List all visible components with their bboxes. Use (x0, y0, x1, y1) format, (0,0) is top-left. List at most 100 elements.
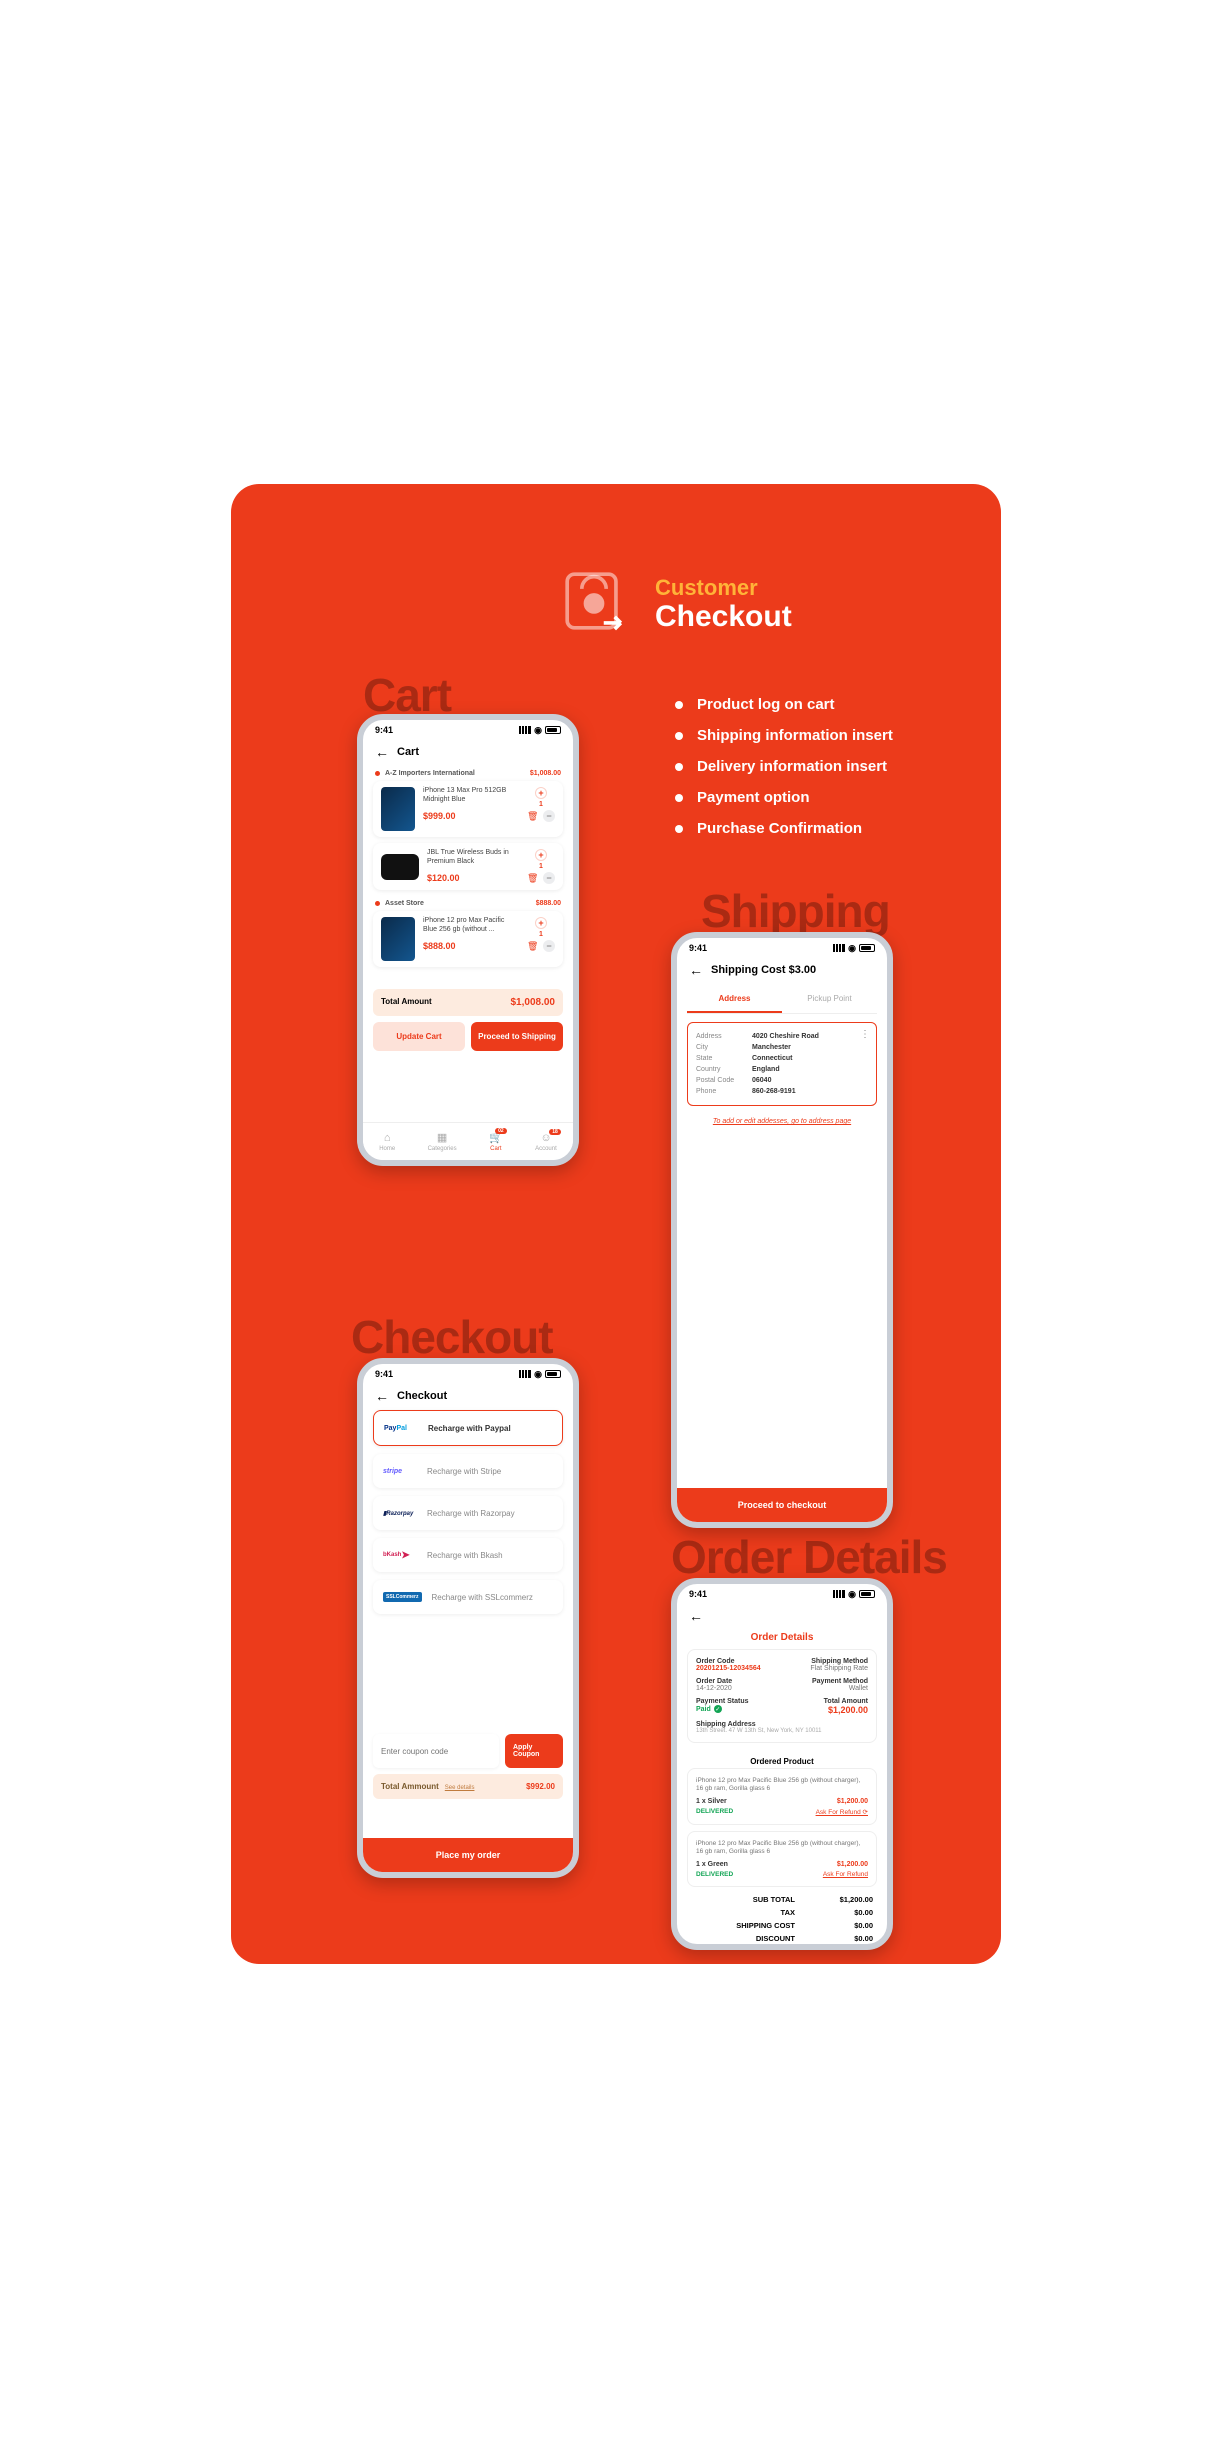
shipping-method-label: Shipping Method (785, 1658, 868, 1665)
feature-item: Payment option (697, 789, 810, 806)
qty-minus-button[interactable]: − (543, 872, 555, 884)
payment-option-paypal[interactable]: PayPal Recharge with Paypal (373, 1410, 563, 1446)
nav-badge: 02 (495, 1128, 507, 1134)
tab-pickup[interactable]: Pickup Point (782, 986, 877, 1013)
delete-icon[interactable]: 🗑 (527, 873, 537, 884)
product-thumb (381, 787, 415, 831)
back-icon[interactable]: ← (375, 1388, 389, 1404)
app-bar: ← Cart (363, 740, 573, 766)
more-icon[interactable]: ⋮ (860, 1029, 870, 1040)
shipping-cost-label: SHIPPING COST (691, 1921, 823, 1930)
edit-address-link[interactable]: To add or edit addesses, go to address p… (687, 1114, 877, 1129)
total-amount-row: Total Amount $1,008.00 (373, 989, 563, 1016)
nav-label: Cart (490, 1146, 501, 1152)
paypal-logo-icon: PayPal (384, 1423, 418, 1433)
ordered-product-card: iPhone 12 pro Max Pacific Blue 256 gb (w… (687, 1768, 877, 1825)
cart-item: iPhone 12 pro Max Pacific Blue 256 gb (w… (373, 911, 563, 967)
nav-label: Categories (428, 1146, 457, 1152)
payment-option-stripe[interactable]: stripe Recharge with Stripe (373, 1454, 563, 1488)
ordered-price: $1,200.00 (837, 1798, 868, 1805)
total-value: $1,008.00 (511, 997, 556, 1008)
apply-coupon-button[interactable]: Apply Coupon (505, 1734, 563, 1768)
coupon-input[interactable] (373, 1734, 499, 1768)
addr-value: England (752, 1066, 780, 1073)
shipping-tabs: Address Pickup Point (687, 986, 877, 1014)
battery-icon (859, 944, 875, 952)
status-time: 9:41 (375, 725, 393, 735)
payment-method-label: Payment Method (785, 1678, 868, 1685)
payment-option-sslcommerz[interactable]: SSLCommerz Recharge with SSLcommerz (373, 1580, 563, 1614)
bg-label-checkout: Checkout (351, 1310, 553, 1364)
ordered-product-name: iPhone 12 pro Max Pacific Blue 256 gb (w… (696, 1840, 868, 1857)
battery-icon (859, 1590, 875, 1598)
back-icon[interactable]: ← (689, 962, 703, 978)
total-amount-value: $1,200.00 (785, 1705, 868, 1715)
update-cart-button[interactable]: Update Cart (373, 1022, 465, 1051)
wifi-icon: ◉ (848, 943, 856, 954)
proceed-checkout-button[interactable]: Proceed to checkout (677, 1488, 887, 1522)
total-amount-label: Total Amount (785, 1698, 868, 1705)
order-code-label: Order Code (696, 1658, 779, 1665)
order-date-value: 14-12-2020 (696, 1685, 779, 1692)
feature-item: Purchase Confirmation (697, 820, 862, 837)
cart-item: JBL True Wireless Buds in Premium Black … (373, 843, 563, 890)
nav-categories[interactable]: ▦Categories (428, 1131, 457, 1152)
address-card[interactable]: ⋮ Address4020 Cheshire Road CityManchest… (687, 1022, 877, 1106)
shipping-method-value: Flat Shipping Rate (785, 1665, 868, 1672)
home-icon: ⌂ (384, 1132, 391, 1144)
phone-checkout: 9:41 ◉ ← Checkout PayPal Recharge with P… (357, 1358, 579, 1878)
hero-title: Checkout (655, 601, 792, 633)
proceed-shipping-button[interactable]: Proceed to Shipping (471, 1022, 563, 1051)
ask-refund-link[interactable]: Ask For Refund (823, 1871, 868, 1878)
qty-plus-button[interactable]: + (535, 917, 547, 929)
vendor-name: A-Z Importers International (385, 770, 475, 777)
nav-account[interactable]: ☺18Account (535, 1132, 557, 1152)
shipping-address-value: 13th Street. 47 W 13th St, New York, NY … (696, 1728, 868, 1734)
signal-icon (833, 1590, 845, 1598)
nav-label: Home (379, 1146, 395, 1152)
status-time: 9:41 (689, 1589, 707, 1599)
vendor-dot-icon (375, 901, 380, 906)
qty-plus-button[interactable]: + (535, 849, 547, 861)
ordered-product-card: iPhone 12 pro Max Pacific Blue 256 gb (w… (687, 1831, 877, 1887)
subtotal-label: SUB TOTAL (691, 1895, 823, 1904)
back-icon[interactable]: ← (689, 1608, 703, 1624)
nav-home[interactable]: ⌂ Home (379, 1132, 395, 1152)
payment-label: Recharge with Paypal (428, 1424, 511, 1433)
feature-item: Delivery information insert (697, 758, 887, 775)
promo-board: Customer Checkout Product log on cart Sh… (231, 484, 1001, 1964)
app-bar: ← Checkout (363, 1384, 573, 1410)
back-icon[interactable]: ← (375, 744, 389, 760)
grand-total-label: GRAND TOTAL (691, 1947, 823, 1950)
bg-label-shipping: Shipping (701, 884, 890, 938)
status-time: 9:41 (689, 943, 707, 953)
battery-icon (545, 726, 561, 734)
status-time: 9:41 (375, 1369, 393, 1379)
bullet-dot-icon (675, 794, 683, 802)
payment-option-bkash[interactable]: bKash➤ Recharge with Bkash (373, 1538, 563, 1572)
ordered-product-name: iPhone 12 pro Max Pacific Blue 256 gb (w… (696, 1777, 868, 1794)
nav-cart[interactable]: 🛒02Cart (489, 1131, 503, 1152)
bg-label-order-details: Order Details (671, 1530, 947, 1584)
status-bar: 9:41 ◉ (677, 1584, 887, 1604)
qty-value: 1 (539, 931, 543, 938)
tab-address[interactable]: Address (687, 986, 782, 1013)
payment-label: Recharge with Stripe (427, 1467, 501, 1476)
discount-label: DISCOUNT (691, 1934, 823, 1943)
delete-icon[interactable]: 🗑 (527, 811, 537, 822)
qty-plus-button[interactable]: + (535, 787, 547, 799)
signal-icon (519, 1370, 531, 1378)
ask-refund-link[interactable]: Ask For Refund ⟳ (816, 1808, 868, 1816)
payment-option-razorpay[interactable]: ▮Razorpay Recharge with Razorpay (373, 1496, 563, 1530)
hero: Customer Checkout (555, 562, 792, 645)
qty-minus-button[interactable]: − (543, 810, 555, 822)
place-order-button[interactable]: Place my order (363, 1838, 573, 1872)
tax-label: TAX (691, 1908, 823, 1917)
qty-minus-button[interactable]: − (543, 940, 555, 952)
bullet-dot-icon (675, 763, 683, 771)
delete-icon[interactable]: 🗑 (527, 941, 537, 952)
payment-status-value: Paid (696, 1706, 711, 1713)
see-details-link[interactable]: See details (445, 1785, 475, 1791)
product-price: $120.00 (427, 873, 519, 883)
screen-title: Cart (397, 746, 419, 758)
